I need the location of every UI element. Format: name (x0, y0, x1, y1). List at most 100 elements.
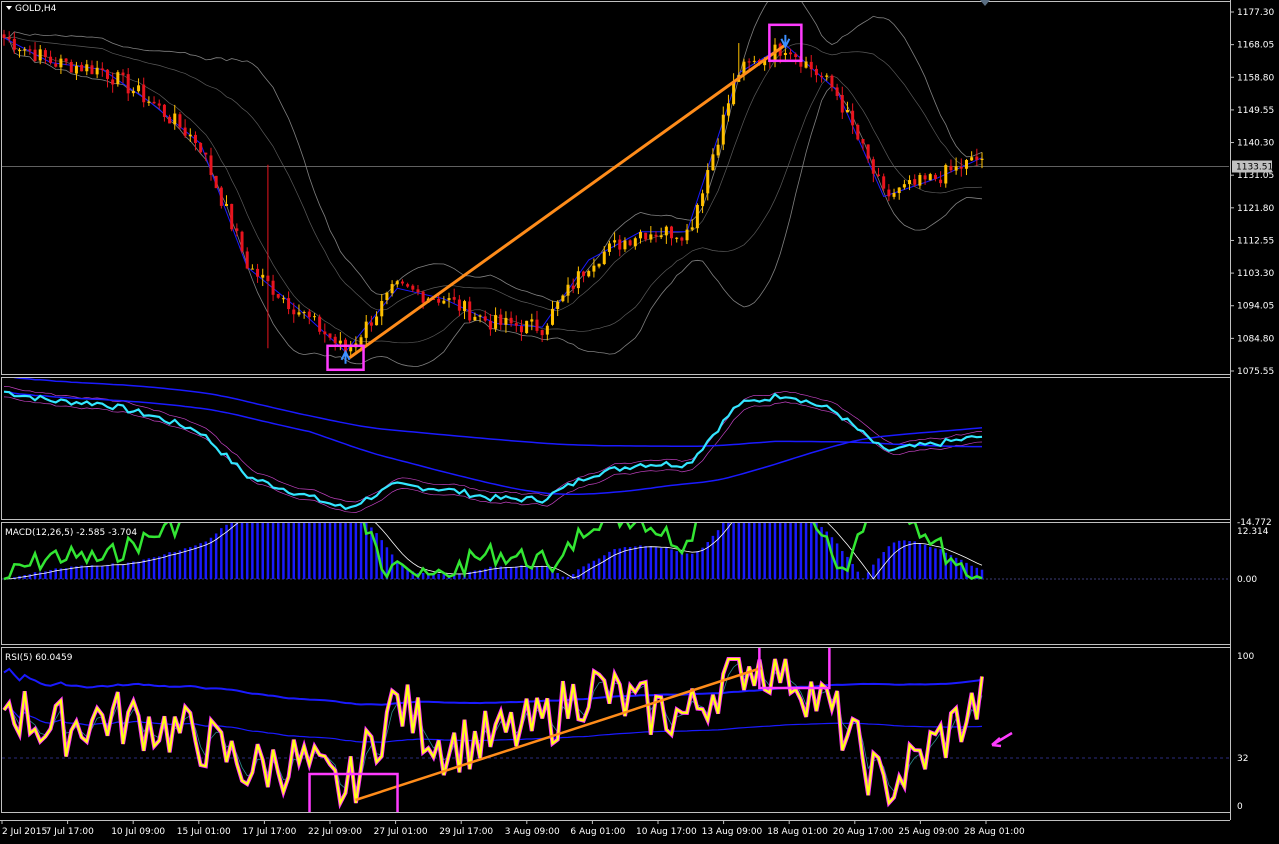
candle-body (664, 226, 668, 236)
candle (178, 112, 182, 130)
candle-body (69, 61, 73, 73)
candle-body (193, 134, 197, 144)
candle-body (183, 127, 187, 136)
candle-body (597, 263, 601, 267)
candle-body (820, 76, 824, 78)
candle-body (240, 231, 244, 252)
candle-body (199, 142, 203, 153)
trading-chart[interactable]: GOLD,H4 MACD(12,26,5) -2.585 -3.704 RSI(… (0, 0, 1279, 844)
candle-body (525, 320, 529, 334)
candle-body (457, 299, 461, 311)
candle-body (126, 74, 130, 94)
candle-body (659, 235, 663, 238)
candle-body (364, 321, 368, 338)
candle-body (225, 204, 229, 206)
candle-body (680, 237, 684, 241)
candle-body (312, 316, 316, 318)
candle-body (64, 58, 68, 62)
time-tick-label: 20 Aug 17:00 (833, 827, 894, 837)
candle-body (230, 203, 234, 230)
time-tick-label: 17 Jul 17:00 (242, 827, 296, 837)
candle-body (276, 294, 280, 298)
candle-body (359, 337, 363, 345)
candle-body (545, 325, 549, 335)
candle-body (814, 68, 818, 76)
candle-body (494, 315, 498, 329)
candle (525, 320, 529, 334)
candle-body (100, 68, 104, 71)
candle-body (111, 79, 115, 85)
candle-body (105, 69, 109, 79)
candle (561, 294, 565, 303)
candle-body (297, 312, 301, 315)
time-tick-label: 29 Jul 17:00 (439, 827, 493, 837)
candle-body (670, 226, 674, 239)
candle-body (349, 347, 353, 352)
candle-body (219, 187, 223, 206)
candle-body (613, 240, 617, 243)
candle-body (375, 316, 379, 326)
candle-body (871, 159, 875, 174)
time-tick-label: 10 Aug 17:00 (636, 827, 697, 837)
candle-body (675, 237, 679, 239)
price-tick-label: 1168.05 (1237, 41, 1274, 51)
candle-body (721, 114, 725, 145)
candle-body (851, 110, 855, 126)
candle-body (887, 189, 891, 197)
rsi-tick-label: 0 (1237, 802, 1243, 812)
candle-body (488, 320, 492, 330)
candle-body (323, 331, 327, 335)
price-tick-label: 1177.30 (1237, 8, 1274, 18)
candle-body (245, 251, 249, 269)
candle-body (592, 265, 596, 272)
rsi-label: RSI(5) 60.0459 (5, 653, 73, 663)
candle-body (825, 75, 829, 77)
current-price-label: 1133.51 (1236, 163, 1273, 173)
candle-body (959, 167, 963, 169)
candle-body (928, 174, 932, 181)
candle-body (602, 251, 606, 265)
candle-body (711, 154, 715, 171)
candle-body (452, 297, 456, 300)
candle-body (33, 49, 37, 61)
candle-body (690, 227, 694, 230)
candle-body (437, 298, 441, 303)
candle-body (726, 103, 730, 116)
candle-body (861, 138, 865, 144)
candle-body (540, 329, 544, 336)
candle-body (204, 152, 208, 155)
candle-body (504, 317, 508, 325)
price-tick-label: 1094.05 (1237, 302, 1274, 312)
candle-body (882, 176, 886, 189)
candle-body (380, 301, 384, 317)
candle-body (685, 229, 689, 241)
candle-body (809, 61, 813, 70)
candle-body (804, 61, 808, 68)
candle-body (121, 72, 125, 75)
candle-body (789, 52, 793, 55)
candle-body (256, 268, 260, 277)
candle-body (209, 155, 213, 175)
candle-body (840, 95, 844, 113)
candle-body (12, 38, 16, 50)
price-tick-label: 1140.30 (1237, 139, 1274, 149)
candle-body (623, 240, 627, 250)
candle-body (442, 300, 446, 304)
candle-body (478, 315, 482, 317)
candle-body (250, 268, 254, 270)
candle-body (499, 314, 503, 325)
candle-body (954, 166, 958, 171)
candle-body (23, 49, 27, 51)
candle-body (519, 326, 523, 333)
candle-body (835, 87, 839, 96)
candle-body (944, 165, 948, 184)
candle-body (266, 275, 270, 282)
candle-body (116, 72, 120, 84)
macd-tick-label: 12.314 (1237, 527, 1269, 537)
candle-body (970, 157, 974, 161)
candle-body (416, 289, 420, 293)
candle-body (566, 284, 570, 296)
candle-body (695, 204, 699, 229)
candle-body (571, 285, 575, 289)
candle-body (897, 187, 901, 194)
